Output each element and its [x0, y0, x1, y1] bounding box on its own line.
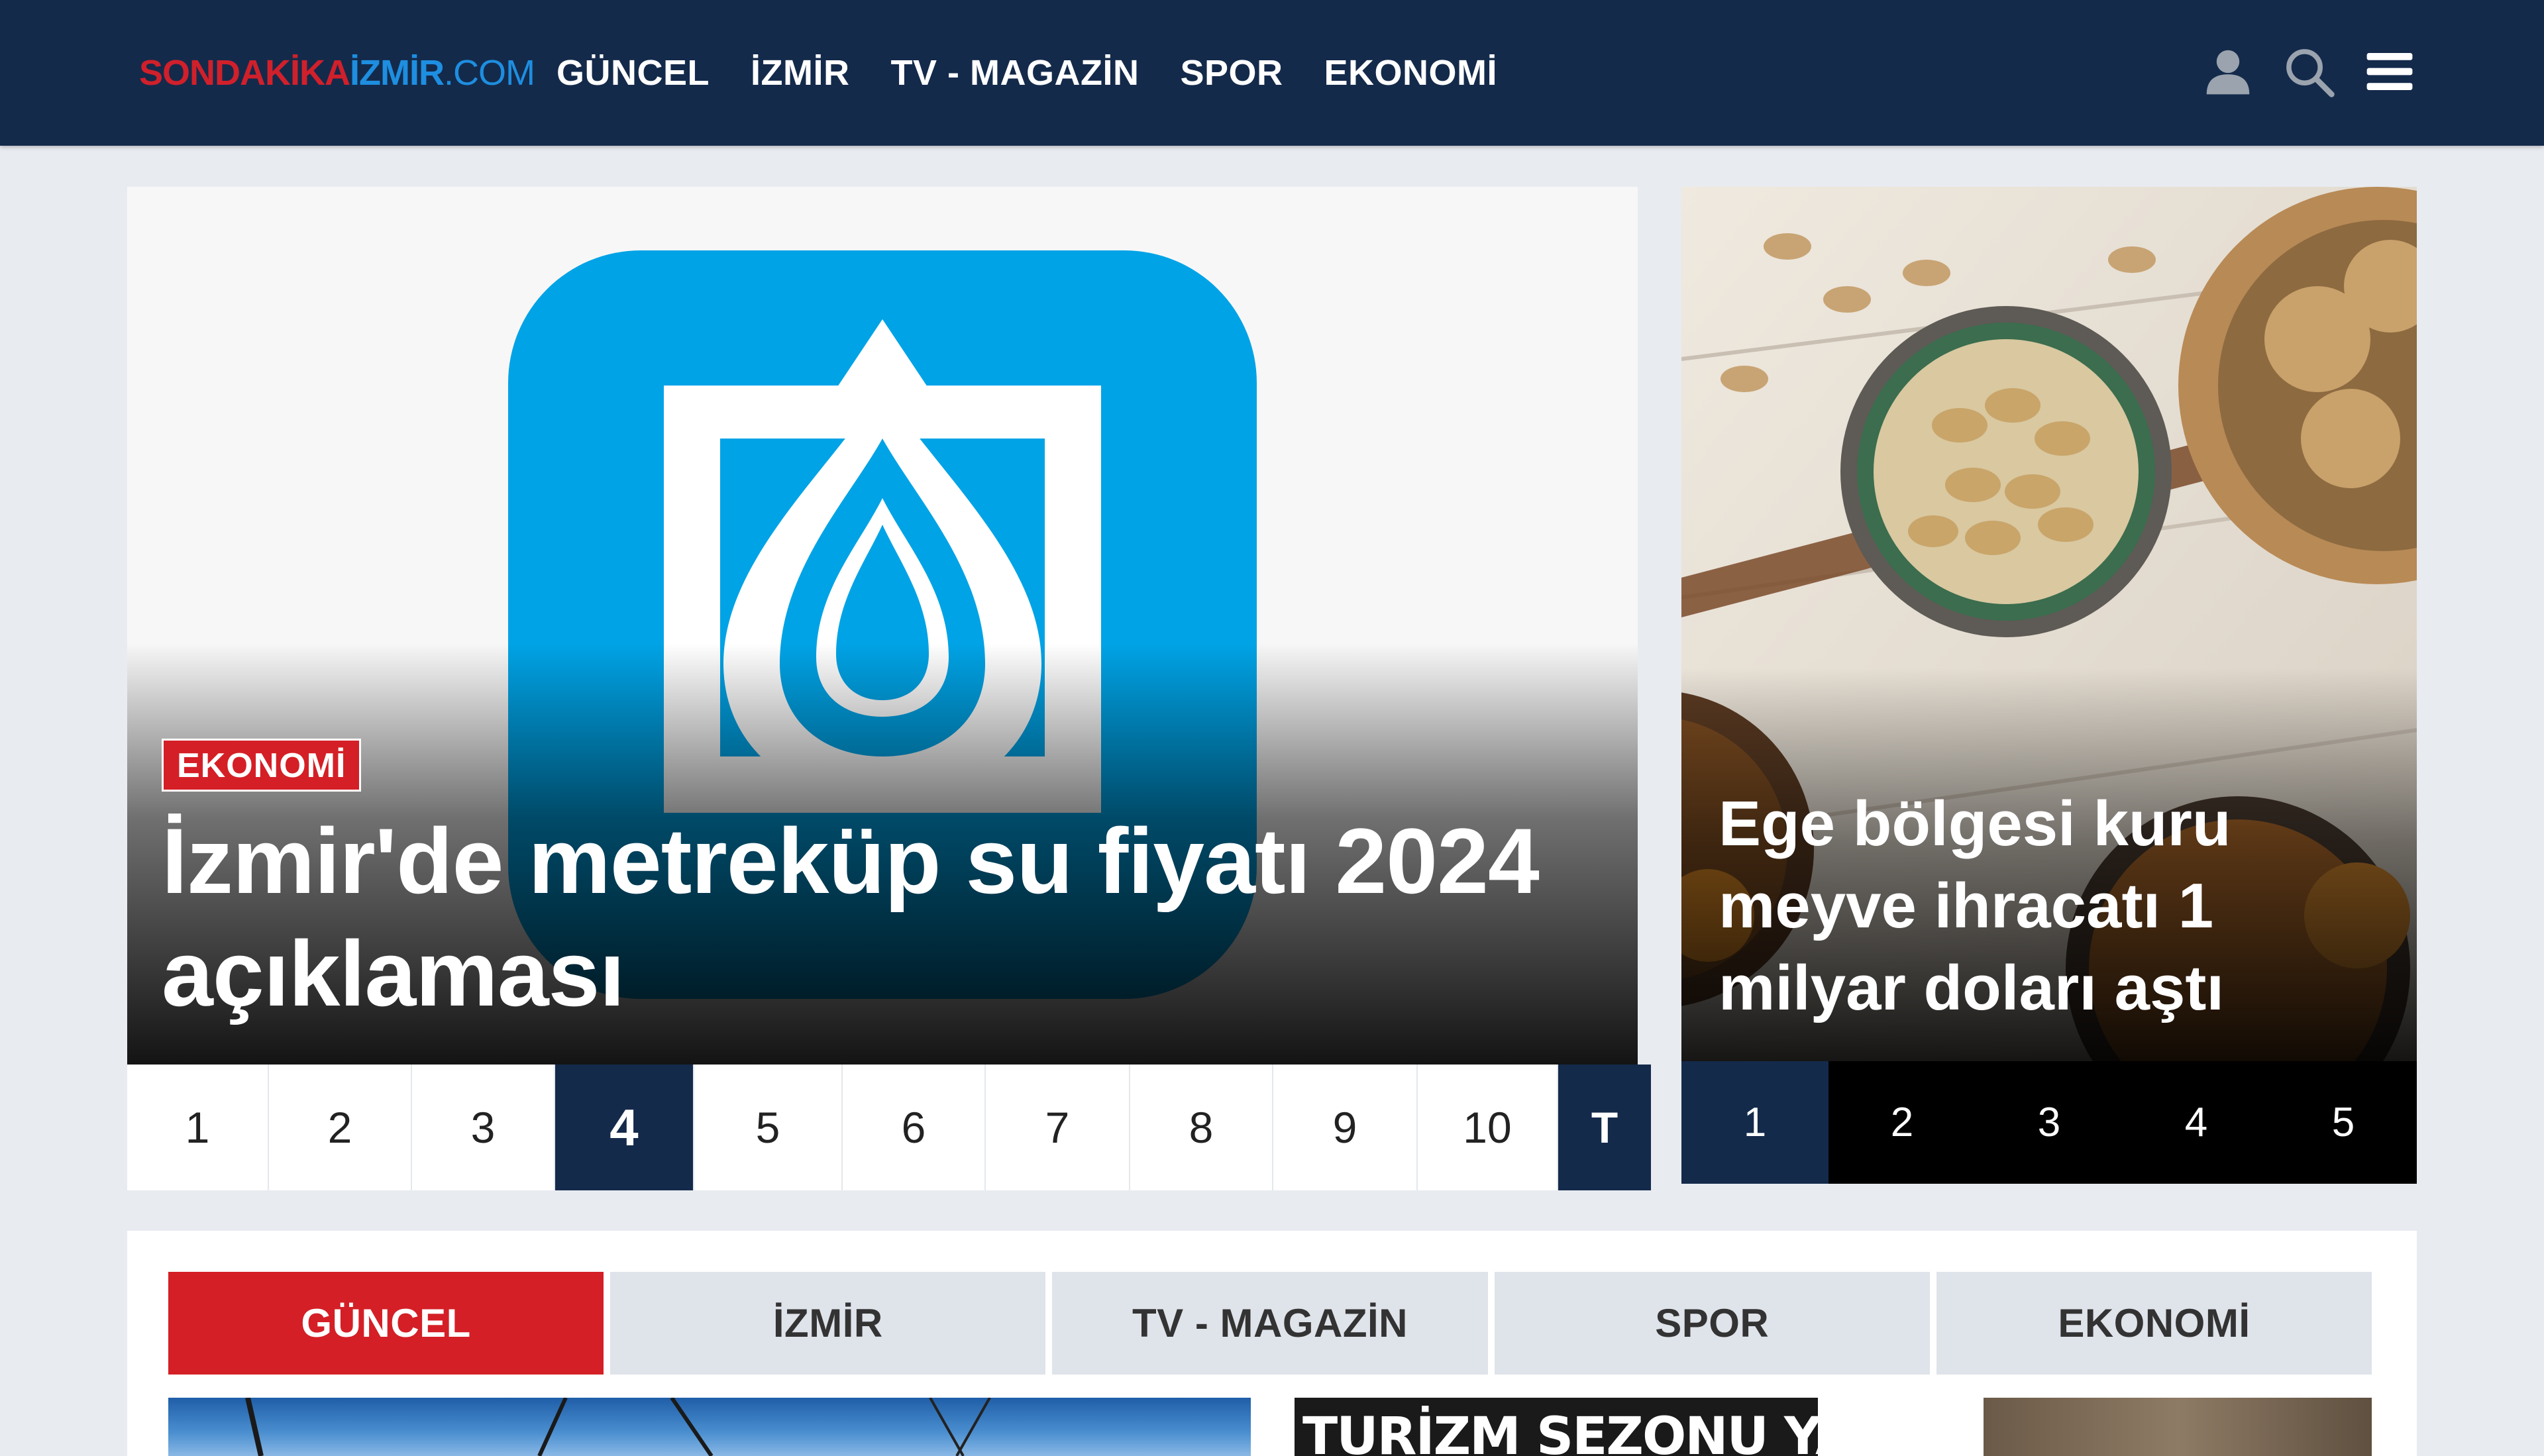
- tab-guncel[interactable]: GÜNCEL: [168, 1272, 604, 1375]
- main-slide-caption: EKONOMİ İzmir'de metreküp su fiyatı 2024…: [162, 739, 1598, 1030]
- thumbnail-headline: TURİZM SEZONU YAKLAŞIYOR: [1302, 1407, 1818, 1456]
- side-slide-image[interactable]: Ege bölgesi kuru meyve ihracatı 1 milyar…: [1681, 187, 2417, 1061]
- logo-part-izmir: İZMİR: [350, 53, 445, 93]
- pager-item-6[interactable]: 6: [843, 1065, 986, 1190]
- tab-tv-magazin[interactable]: TV - MAGAZİN: [1052, 1272, 1488, 1375]
- pager-item-2[interactable]: 2: [269, 1065, 412, 1190]
- power-lines-photo: [245, 1398, 991, 1456]
- category-tabs: GÜNCEL İZMİR TV - MAGAZİN SPOR EKONOMİ: [168, 1272, 2372, 1375]
- tab-izmir[interactable]: İZMİR: [610, 1272, 1046, 1375]
- news-thumbnails: TURİZM SEZONU YAKLAŞIYOR: [168, 1398, 2372, 1456]
- news-thumbnail[interactable]: TURİZM SEZONU YAKLAŞIYOR: [1295, 1398, 1818, 1456]
- pager-item-3[interactable]: 3: [412, 1065, 555, 1190]
- user-icon[interactable]: [2200, 43, 2256, 100]
- pager-item-all[interactable]: T: [1558, 1065, 1651, 1190]
- pager-item-9[interactable]: 9: [1273, 1065, 1418, 1190]
- category-badge[interactable]: EKONOMİ: [162, 739, 362, 792]
- pager-item-4[interactable]: 4: [555, 1065, 694, 1190]
- search-icon[interactable]: [2280, 43, 2337, 100]
- site-logo[interactable]: SONDAKİKA İZMİR .COM: [139, 53, 535, 93]
- main-slide-title[interactable]: İzmir'de metreküp su fiyatı 2024 açıklam…: [162, 805, 1598, 1030]
- nav-item-guncel[interactable]: GÜNCEL: [556, 52, 710, 93]
- pager-item-7[interactable]: 7: [986, 1065, 1130, 1190]
- pager-item-1[interactable]: 1: [127, 1065, 269, 1190]
- nav-item-izmir[interactable]: İZMİR: [751, 52, 849, 93]
- category-news-block: GÜNCEL İZMİR TV - MAGAZİN SPOR EKONOMİ T…: [127, 1231, 2417, 1456]
- news-thumbnail[interactable]: [1984, 1398, 2372, 1456]
- side-news-slider: Ege bölgesi kuru meyve ihracatı 1 milyar…: [1681, 187, 2417, 1184]
- main-slide-image[interactable]: EKONOMİ İzmir'de metreküp su fiyatı 2024…: [127, 187, 1638, 1065]
- news-thumbnail[interactable]: [168, 1398, 1251, 1456]
- menu-icon[interactable]: [2361, 43, 2418, 100]
- main-nav: GÜNCEL İZMİR TV - MAGAZİN SPOR EKONOMİ: [556, 46, 1497, 99]
- top-navbar: SONDAKİKA İZMİR .COM GÜNCEL İZMİR TV - MAG…: [0, 0, 2544, 146]
- header-actions: [2200, 38, 2418, 105]
- side-pager-item-4[interactable]: 4: [2123, 1061, 2270, 1184]
- side-pager-item-2[interactable]: 2: [1828, 1061, 1976, 1184]
- nav-item-spor[interactable]: SPOR: [1180, 52, 1283, 93]
- side-pager-item-3[interactable]: 3: [1976, 1061, 2123, 1184]
- logo-part-sondakika: SONDAKİKA: [139, 53, 350, 93]
- nav-item-ekonomi[interactable]: EKONOMİ: [1324, 52, 1498, 93]
- side-pager-item-1[interactable]: 1: [1681, 1061, 1828, 1184]
- pager-item-5[interactable]: 5: [694, 1065, 843, 1190]
- main-news-slider: EKONOMİ İzmir'de metreküp su fiyatı 2024…: [127, 187, 1651, 1190]
- nav-item-tv-magazin[interactable]: TV - MAGAZİN: [890, 52, 1139, 93]
- side-pager-item-5[interactable]: 5: [2270, 1061, 2417, 1184]
- pager-item-8[interactable]: 8: [1130, 1065, 1273, 1190]
- pager-item-10[interactable]: 10: [1418, 1065, 1558, 1190]
- main-slider-pager: 1 2 3 4 5 6 7 8 9 10 T: [127, 1065, 1651, 1190]
- logo-part-com: .COM: [444, 53, 535, 93]
- tab-ekonomi[interactable]: EKONOMİ: [1936, 1272, 2372, 1375]
- side-slider-pager: 1 2 3 4 5: [1681, 1061, 2417, 1184]
- side-slide-title[interactable]: Ege bölgesi kuru meyve ihracatı 1 milyar…: [1719, 783, 2390, 1029]
- tab-spor[interactable]: SPOR: [1494, 1272, 1930, 1375]
